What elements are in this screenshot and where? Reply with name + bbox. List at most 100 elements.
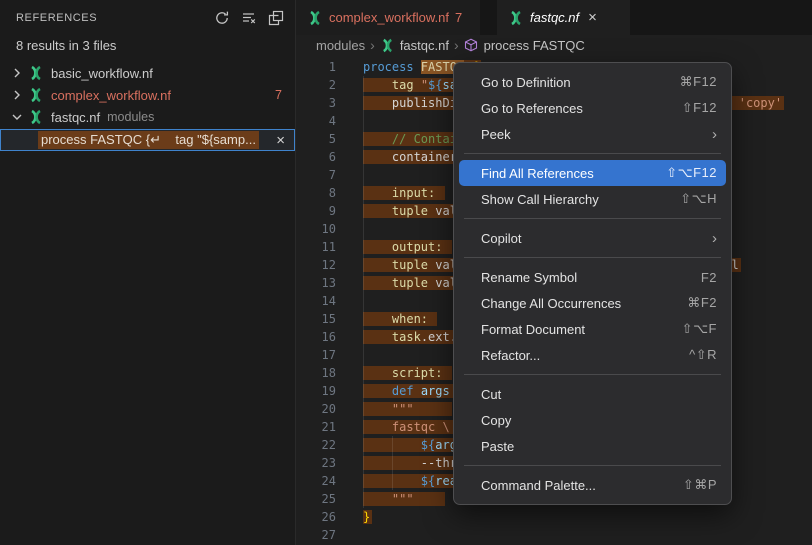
- nextflow-file-icon: [28, 65, 44, 81]
- code-token: [363, 420, 392, 434]
- menu-item-rename-symbol[interactable]: Rename SymbolF2: [459, 264, 726, 290]
- chevron-right-icon[interactable]: [9, 65, 25, 81]
- code-token: container: [363, 150, 464, 164]
- line-number: 9: [296, 202, 336, 220]
- results-summary: 8 results in 3 files: [0, 35, 295, 62]
- code-token: [363, 384, 392, 398]
- collapse-all-icon[interactable]: [267, 9, 285, 27]
- menu-item-label: Rename Symbol: [481, 270, 701, 285]
- menu-item-change-all-occurrences[interactable]: Change All Occurrences⌘F2: [459, 290, 726, 316]
- menu-item-shortcut: ⇧F12: [682, 100, 717, 116]
- code-token: }: [363, 510, 370, 524]
- menu-item-refactor[interactable]: Refactor...^⇧R: [459, 342, 726, 368]
- code-token: [363, 204, 392, 218]
- tree-item-basic-workflow-nf[interactable]: basic_workflow.nf: [0, 62, 295, 84]
- menu-separator: [464, 153, 721, 154]
- menu-item-cut[interactable]: Cut: [459, 381, 726, 407]
- close-tab-icon[interactable]: ×: [588, 10, 597, 25]
- tree-item-complex-workflow-nf[interactable]: complex_workflow.nf7: [0, 84, 295, 106]
- code-token: [363, 312, 392, 326]
- code-token: [363, 474, 421, 488]
- reference-match-text: process FASTQC {↵ tag "${samp...: [38, 131, 259, 149]
- line-number: 18: [296, 364, 336, 382]
- code-token: [363, 456, 421, 470]
- code-token: [435, 186, 442, 200]
- dismiss-result-icon[interactable]: ×: [276, 133, 285, 148]
- menu-separator: [464, 465, 721, 466]
- code-token: tuple: [392, 204, 428, 218]
- chevron-down-icon[interactable]: [9, 109, 25, 125]
- menu-item-find-all-references[interactable]: Find All References⇧⌥F12: [459, 160, 726, 186]
- code-line[interactable]: 26}: [296, 508, 812, 526]
- line-number: 12: [296, 256, 336, 274]
- menu-item-go-to-references[interactable]: Go to References⇧F12: [459, 95, 726, 121]
- line-number: 5: [296, 130, 336, 148]
- breadcrumb-file[interactable]: fastqc.nf: [400, 38, 449, 53]
- reference-result-selected[interactable]: process FASTQC {↵ tag "${samp... ×: [0, 129, 295, 151]
- menu-item-label: Paste: [481, 439, 717, 454]
- line-number: 27: [296, 526, 336, 544]
- line-number: 7: [296, 166, 336, 184]
- menu-separator: [464, 374, 721, 375]
- breadcrumb-modules[interactable]: modules: [316, 38, 365, 53]
- menu-item-show-call-hierarchy[interactable]: Show Call Hierarchy⇧⌥H: [459, 186, 726, 212]
- line-number: 16: [296, 328, 336, 346]
- nextflow-file-icon: [28, 109, 44, 125]
- menu-separator: [464, 257, 721, 258]
- menu-item-peek[interactable]: Peek›: [459, 121, 726, 147]
- menu-item-label: Command Palette...: [481, 478, 683, 493]
- menu-item-label: Copy: [481, 413, 717, 428]
- line-number: 15: [296, 310, 336, 328]
- results-tree: basic_workflow.nfcomplex_workflow.nf7fas…: [0, 62, 295, 128]
- code-token: [363, 402, 392, 416]
- line-number: 19: [296, 382, 336, 400]
- menu-item-paste[interactable]: Paste: [459, 433, 726, 459]
- submenu-chevron-icon: ›: [712, 230, 717, 247]
- menu-item-label: Copilot: [481, 231, 712, 246]
- line-number: 1: [296, 58, 336, 76]
- menu-item-command-palette[interactable]: Command Palette...⇧⌘P: [459, 472, 726, 498]
- chevron-right-icon: ›: [370, 37, 375, 53]
- chevron-right-icon[interactable]: [9, 87, 25, 103]
- line-number: 13: [296, 274, 336, 292]
- nextflow-file-icon: [28, 87, 44, 103]
- refresh-icon[interactable]: [213, 9, 231, 27]
- tab-fastqc[interactable]: fastqc.nf ×: [497, 0, 630, 35]
- reference-highlight: when:: [363, 312, 437, 326]
- vscode-window: REFERENCES 8 results in 3 files basic_wo…: [0, 0, 812, 545]
- line-number: 11: [296, 238, 336, 256]
- code-token: input:: [392, 186, 435, 200]
- menu-item-shortcut: F2: [701, 270, 717, 285]
- menu-item-shortcut: ⇧⌥H: [680, 191, 717, 207]
- menu-item-label: Go to Definition: [481, 75, 680, 90]
- code-token: [428, 312, 435, 326]
- tab-label: complex_workflow.nf: [329, 10, 449, 25]
- menu-item-go-to-definition[interactable]: Go to Definition⌘F12: [459, 69, 726, 95]
- menu-item-copilot[interactable]: Copilot›: [459, 225, 726, 251]
- breadcrumb-symbol[interactable]: process FASTQC: [484, 38, 585, 53]
- chevron-right-icon: ›: [454, 37, 459, 53]
- line-content: script:: [363, 364, 452, 382]
- code-token: when:: [392, 312, 428, 326]
- menu-item-shortcut: ⇧⌘P: [683, 477, 717, 493]
- code-token: [363, 258, 392, 272]
- code-token: [414, 402, 450, 416]
- tab-badge: 7: [455, 10, 462, 25]
- menu-item-copy[interactable]: Copy: [459, 407, 726, 433]
- nextflow-file-icon: [307, 10, 323, 26]
- menu-item-format-document[interactable]: Format Document⇧⌥F: [459, 316, 726, 342]
- reference-highlight: output:: [363, 240, 452, 254]
- line-content: when:: [363, 310, 437, 328]
- menu-item-label: Format Document: [481, 322, 682, 337]
- line-content: """: [363, 400, 452, 418]
- code-token: script:: [392, 366, 443, 380]
- menu-item-shortcut: ^⇧R: [689, 347, 717, 363]
- code-line[interactable]: 27: [296, 526, 812, 544]
- sidebar-header: REFERENCES: [0, 0, 295, 35]
- menu-item-label: Change All Occurrences: [481, 296, 687, 311]
- reference-highlight: script:: [363, 366, 452, 380]
- clear-results-icon[interactable]: [240, 9, 258, 27]
- tree-item-fastqc-nf[interactable]: fastqc.nfmodules: [0, 106, 295, 128]
- tab-complex-workflow[interactable]: complex_workflow.nf 7: [296, 0, 480, 35]
- menu-item-shortcut: ⇧⌥F12: [666, 165, 717, 181]
